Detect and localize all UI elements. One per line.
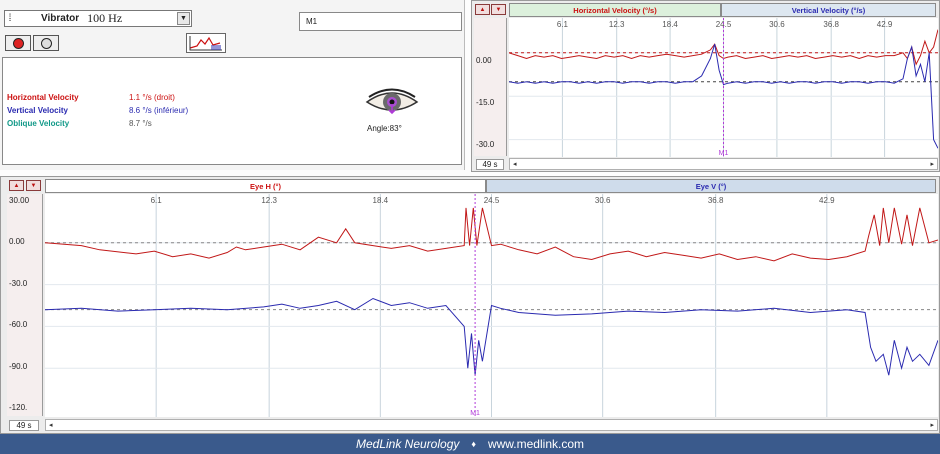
velocity-chart-panel: ▲ ▼ Horizontal Velocity (°/s) Vertical V… (471, 0, 940, 172)
scroll-down-button[interactable]: ▼ (26, 180, 41, 191)
oblique-velocity-label: Oblique Velocity (7, 119, 70, 128)
scroll-up-button[interactable]: ▲ (9, 180, 24, 191)
horizontal-velocity-label: Horizontal Velocity (7, 93, 79, 102)
footer-banner: MedLink Neurology ♦ www.medlink.com (0, 434, 940, 454)
position-chart: 6.1 12.3 18.4 24.5 30.6 36.8 42.9 M1 (44, 194, 939, 417)
y-tick: -30.0 (476, 140, 495, 149)
chevron-down-icon[interactable]: ▼ (177, 12, 190, 25)
y-axis: 0.00 -15.0 -30.0 (474, 18, 507, 156)
horizontal-scrollbar[interactable]: ◂ ▸ (509, 158, 938, 170)
scroll-down-button[interactable]: ▼ (491, 4, 506, 15)
x-tick-label: 18.4 (662, 20, 678, 29)
velocity-chart: 6.1 12.3 18.4 24.5 30.6 36.8 42.9M1 (508, 18, 939, 157)
velocity-readout: Horizontal Velocity 1.1 °/s (droit) Vert… (2, 57, 462, 165)
footer-brand: MedLink Neurology (355, 437, 460, 451)
vertical-velocity-label: Vertical Velocity (7, 106, 68, 115)
y-tick: 0.00 (9, 237, 25, 246)
tab-eye-h[interactable]: Eye H (°) (45, 179, 486, 193)
record-button[interactable] (5, 35, 31, 51)
tab-eye-v[interactable]: Eye V (°) (486, 179, 936, 193)
x-tick-label: 42.9 (877, 20, 893, 29)
cursor-label: M1 (719, 150, 729, 157)
x-tick-label: 6.1 (557, 20, 569, 29)
y-tick: -90.0 (9, 362, 28, 371)
position-plot[interactable]: 6.1 12.3 18.4 24.5 30.6 36.8 42.9 M1 (44, 194, 939, 417)
y-axis: 30.00 0.00 -30.0 -60.0 -90.0 -120. (7, 194, 43, 416)
y-tick: -60.0 (9, 320, 28, 329)
x-tick-label: 24.5 (484, 196, 500, 205)
scroll-left-icon[interactable]: ◂ (513, 160, 517, 168)
cursor-label: M1 (470, 410, 480, 417)
vibrator-select-handle-icon: ⁞ (8, 13, 12, 24)
scroll-left-icon[interactable]: ◂ (49, 421, 53, 429)
x-tick-label: 30.6 (769, 20, 785, 29)
x-tick-label: 30.6 (595, 196, 611, 205)
horizontal-velocity-value: 1.1 °/s (droit) (129, 93, 175, 102)
x-tick-label: 42.9 (819, 196, 835, 205)
y-tick: 0.00 (476, 56, 492, 65)
y-tick: -120. (9, 403, 28, 412)
vibrator-select[interactable]: ⁞ Vibrator 100 Hz ▼ (4, 10, 192, 27)
x-tick-label: 12.3 (609, 20, 625, 29)
y-tick: -15.0 (476, 98, 495, 107)
position-chart-panel: ▲ ▼ Eye H (°) Eye V (°) 30.00 0.00 -30.0… (0, 176, 940, 434)
footer-url[interactable]: www.medlink.com (488, 437, 584, 451)
x-tick-label: 36.8 (823, 20, 839, 29)
x-tick-label: 12.3 (261, 196, 277, 205)
eye-icon (365, 88, 419, 115)
horizontal-scrollbar[interactable]: ◂ ▸ (45, 419, 938, 431)
footer-separator-icon: ♦ (471, 439, 476, 449)
y-tick: 30.00 (9, 196, 30, 205)
time-window: 49 s (9, 420, 39, 431)
marker-field[interactable]: M1 (299, 12, 462, 31)
scroll-right-icon[interactable]: ▸ (930, 421, 934, 429)
scroll-right-icon[interactable]: ▸ (930, 160, 934, 168)
x-tick-label: 18.4 (373, 196, 389, 205)
control-panel: ⁞ Vibrator 100 Hz ▼ M1 Horizontal Veloci… (0, 0, 465, 170)
vibrator-frequency: 100 Hz (87, 11, 123, 25)
x-tick-label: 6.1 (151, 196, 163, 205)
vertical-velocity-value: 8.6 °/s (inférieur) (129, 106, 189, 115)
tab-horizontal-velocity[interactable]: Horizontal Velocity (°/s) (509, 3, 721, 17)
oblique-velocity-value: 8.7 °/s (129, 119, 152, 128)
y-tick: -30.0 (9, 279, 28, 288)
reset-button[interactable] (33, 35, 59, 51)
scroll-up-button[interactable]: ▲ (475, 4, 490, 15)
velocity-plot[interactable]: 6.1 12.3 18.4 24.5 30.6 36.8 42.9 M1 (508, 18, 939, 157)
record-icon (12, 37, 24, 49)
x-tick-label: 36.8 (708, 196, 724, 205)
angle-readout: Angle:83° (367, 124, 402, 133)
graph-icon (189, 36, 222, 51)
reset-icon (40, 37, 52, 49)
graph-button[interactable] (186, 33, 226, 53)
vibrator-label: Vibrator (41, 13, 80, 24)
tab-vertical-velocity[interactable]: Vertical Velocity (°/s) (721, 3, 936, 17)
time-window: 49 s (476, 159, 504, 170)
